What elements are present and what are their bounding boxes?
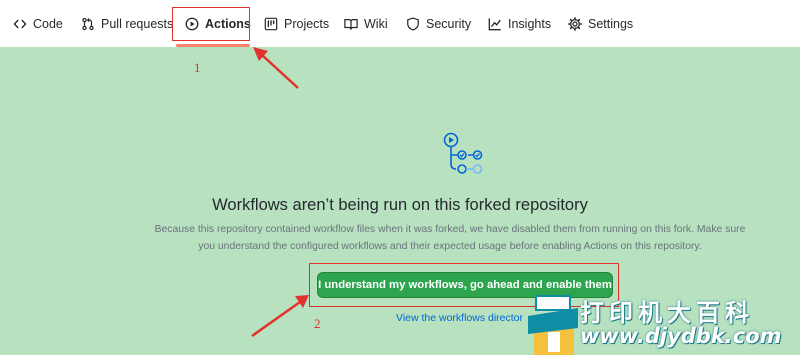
annotation-step-1: 1 <box>194 60 201 75</box>
tab-label: Settings <box>588 17 634 31</box>
graph-icon <box>488 18 501 31</box>
tab-code[interactable]: Code <box>13 14 63 34</box>
tab-projects[interactable]: Projects <box>264 14 329 34</box>
project-icon <box>264 17 278 31</box>
book-icon <box>344 19 358 30</box>
tab-wiki[interactable]: Wiki <box>344 14 388 34</box>
code-icon <box>13 19 27 29</box>
tab-security[interactable]: Security <box>406 14 471 34</box>
tab-label: Insights <box>508 17 552 31</box>
view-workflows-link[interactable]: View the workflows director <box>396 312 523 324</box>
tab-label: Security <box>426 17 472 31</box>
tab-pull-requests[interactable]: Pull requests <box>81 14 173 34</box>
tab-label: Projects <box>284 17 330 31</box>
repo-nav: Code Pull requests Actions Projects Wiki… <box>0 0 800 48</box>
tab-label: Wiki <box>364 17 388 31</box>
annotation-step-2: 2 <box>314 316 321 331</box>
watermark-title: 打印机大百科 <box>580 299 754 327</box>
tab-settings[interactable]: Settings <box>568 14 633 34</box>
watermark-url: www.djydbk.com <box>580 324 782 348</box>
tab-label: Code <box>33 17 63 31</box>
tab-insights[interactable]: Insights <box>488 14 551 34</box>
tab-label: Pull requests <box>101 17 174 31</box>
workflow-illustration-icon <box>443 132 483 174</box>
blankslate-description: Because this repository contained workfl… <box>154 224 746 252</box>
annotation-box-actions <box>172 7 250 41</box>
gear-icon <box>568 17 582 31</box>
shield-icon <box>407 17 419 31</box>
pull-request-icon <box>82 17 94 31</box>
blankslate-title: Workflows aren’t being run on this forke… <box>212 196 588 214</box>
